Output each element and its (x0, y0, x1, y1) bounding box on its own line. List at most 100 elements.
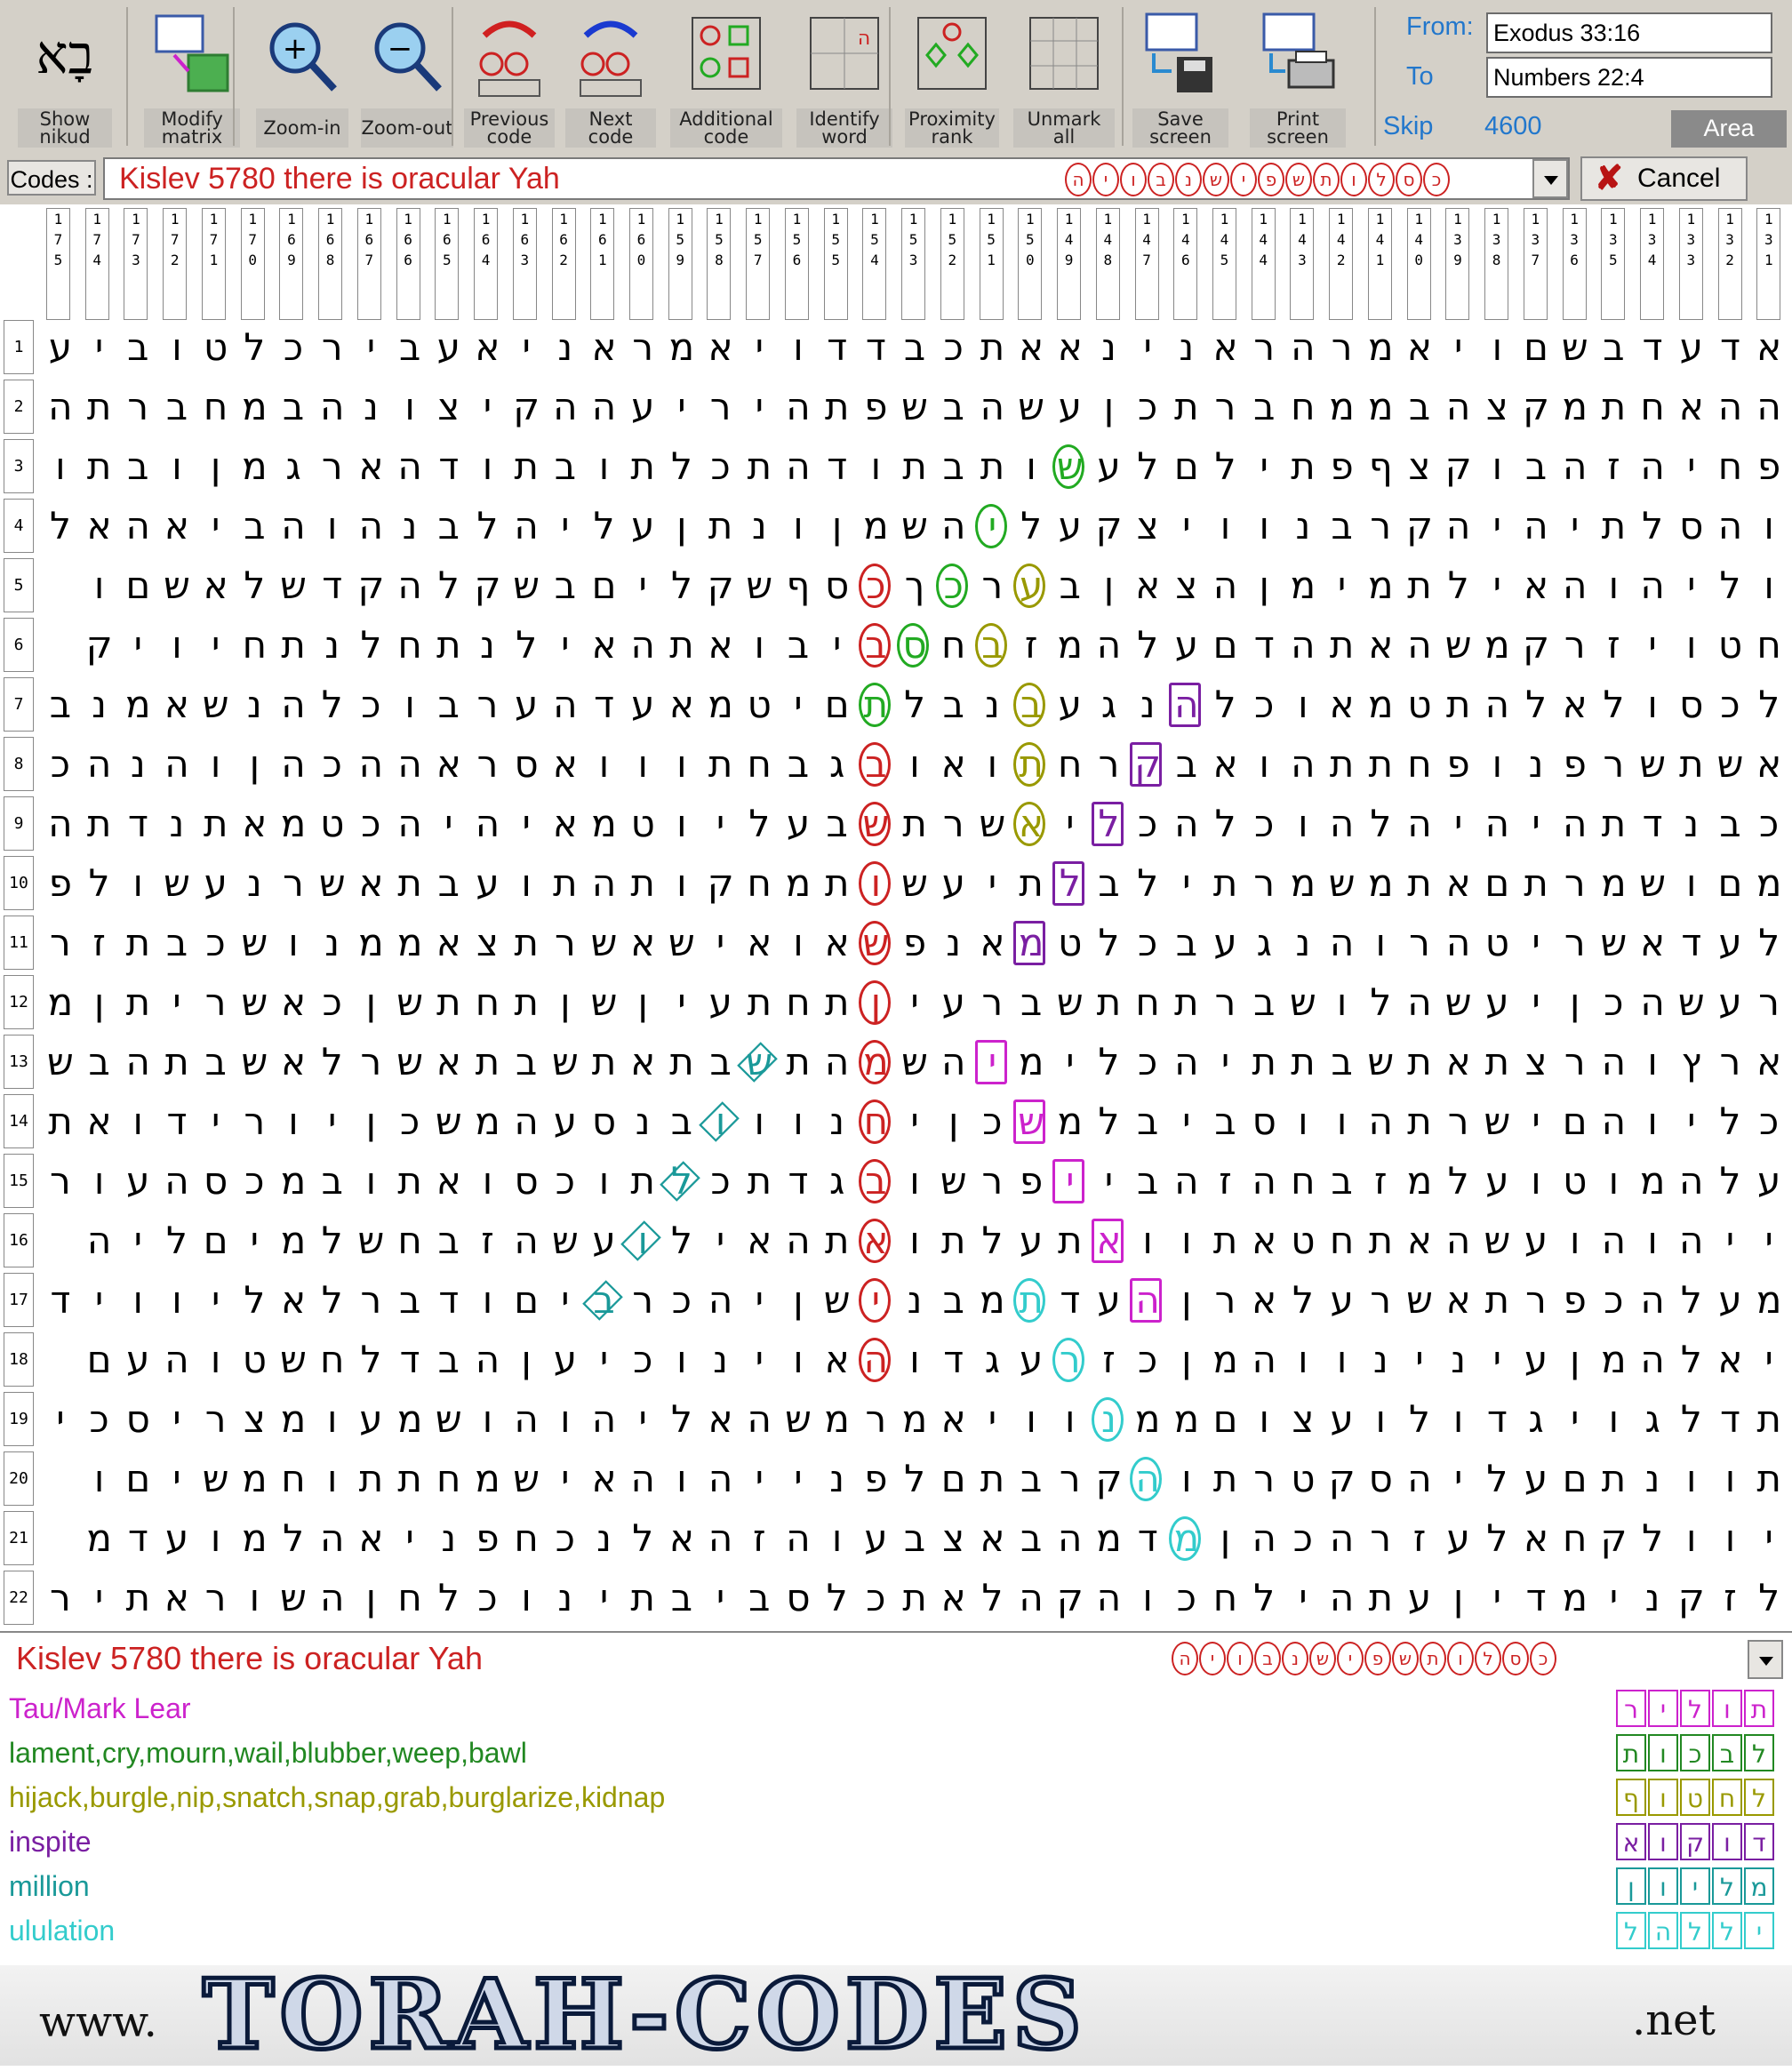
matrix-cell[interactable]: י (662, 380, 701, 434)
matrix-cell[interactable]: ת (1323, 737, 1362, 791)
matrix-cell[interactable]: ה (1400, 618, 1439, 672)
matrix-cell[interactable]: כ (236, 1154, 275, 1208)
matrix-cell[interactable]: ב (1167, 737, 1206, 791)
matrix-cell[interactable]: ד (1244, 618, 1284, 672)
matrix-cell[interactable]: ו (620, 1213, 662, 1267)
matrix-cell[interactable]: מ (1361, 320, 1400, 374)
matrix-cell[interactable]: א (80, 499, 119, 553)
matrix-cell[interactable]: ה (1478, 677, 1517, 732)
matrix-cell[interactable]: י (973, 1035, 1012, 1089)
matrix-cell[interactable]: ה (1284, 618, 1323, 672)
matrix-cell[interactable]: ל (1672, 1273, 1711, 1327)
matrix-cell[interactable]: ו (1167, 1213, 1206, 1267)
matrix-cell[interactable]: ה (1244, 1511, 1284, 1565)
matrix-cell[interactable]: ע (585, 1213, 624, 1267)
matrix-cell[interactable]: י (1516, 796, 1556, 851)
matrix-cell[interactable]: ע (1516, 1332, 1556, 1387)
matrix-cell[interactable]: מ (1167, 1392, 1206, 1446)
matrix-cell[interactable]: ע (623, 499, 662, 553)
matrix-cell[interactable]: פ (468, 1511, 508, 1565)
matrix-cell[interactable]: ה (779, 439, 818, 493)
matrix-cell[interactable]: י (507, 320, 546, 374)
matrix-cell[interactable]: מ (1284, 558, 1323, 612)
matrix-cell[interactable]: ר (1556, 618, 1595, 672)
matrix-cell[interactable]: ח (390, 1213, 429, 1267)
matrix-cell[interactable]: ו (1672, 856, 1711, 910)
matrix-cell[interactable]: ו (857, 856, 896, 910)
matrix-cell[interactable]: ת (1400, 1094, 1439, 1148)
matrix-cell[interactable]: ש (1595, 916, 1634, 970)
matrix-cell[interactable]: י (779, 1451, 818, 1506)
matrix-cell[interactable]: ט (1556, 1154, 1595, 1208)
matrix-cell[interactable]: ב (701, 1035, 740, 1089)
matrix-cell[interactable]: ל (41, 499, 80, 553)
matrix-cell[interactable]: ש (585, 916, 624, 970)
matrix-cell[interactable]: א (973, 1511, 1012, 1565)
matrix-cell[interactable]: מ (1206, 1332, 1245, 1387)
matrix-cell[interactable]: כ (196, 916, 236, 970)
matrix-cell[interactable]: ז (1595, 618, 1634, 672)
matrix-cell[interactable]: כ (1711, 677, 1750, 732)
matrix-cell[interactable]: ב (157, 916, 196, 970)
matrix-cell[interactable]: ר (1051, 1332, 1090, 1387)
matrix-cell[interactable]: ר (1206, 975, 1245, 1029)
matrix-cell[interactable]: י (1051, 1035, 1090, 1089)
matrix-cell[interactable]: כ (934, 320, 973, 374)
matrix-cell[interactable]: ה (1400, 796, 1439, 851)
matrix-cell[interactable]: ש (1323, 856, 1362, 910)
matrix-cell[interactable]: א (1516, 558, 1556, 612)
matrix-cell[interactable]: ו (1478, 737, 1517, 791)
matrix-cell[interactable]: מ (236, 1451, 275, 1506)
matrix-cell[interactable]: ח (468, 975, 508, 1029)
matrix-cell[interactable]: ח (1400, 737, 1439, 791)
matrix-cell[interactable]: ב (429, 856, 468, 910)
matrix-cell[interactable]: ו (1595, 1154, 1634, 1208)
matrix-cell[interactable]: ו (740, 618, 779, 672)
matrix-cell[interactable]: י (546, 1451, 585, 1506)
matrix-cell[interactable]: י (118, 1213, 157, 1267)
matrix-cell[interactable]: ה (1439, 499, 1478, 553)
matrix-cell[interactable]: א (662, 1511, 701, 1565)
matrix-cell[interactable]: ת (740, 975, 779, 1029)
matrix-cell[interactable]: א (546, 796, 585, 851)
matrix-cell[interactable]: ר (1516, 1273, 1556, 1327)
matrix-cell[interactable]: צ (236, 1392, 275, 1446)
matrix-cell[interactable]: כ (1595, 1273, 1634, 1327)
matrix-cell[interactable]: נ (623, 1094, 662, 1148)
matrix-cell[interactable]: ר (196, 975, 236, 1029)
matrix-cell[interactable]: י (623, 1392, 662, 1446)
matrix-cell[interactable]: ב (1323, 499, 1362, 553)
matrix-cell[interactable]: ה (157, 1154, 196, 1208)
matrix-cell[interactable]: ה (546, 677, 585, 732)
matrix-cell[interactable]: נ (973, 677, 1012, 732)
matrix-cell[interactable]: ל (1090, 916, 1129, 970)
matrix-cell[interactable]: ב (1167, 916, 1206, 970)
matrix-cell[interactable]: ת (429, 975, 468, 1029)
matrix-cell[interactable]: י (1556, 499, 1595, 553)
matrix-cell[interactable]: ל (818, 1571, 857, 1625)
matrix-cell[interactable]: כ (701, 1154, 740, 1208)
matrix-cell[interactable]: ה (1128, 1451, 1167, 1506)
matrix-cell[interactable]: ל (1090, 1094, 1129, 1148)
matrix-cell[interactable]: כ (274, 320, 313, 374)
matrix-cell[interactable]: ה (1672, 1154, 1711, 1208)
matrix-cell[interactable]: ל (1206, 677, 1245, 732)
matrix-cell[interactable]: י (1439, 796, 1478, 851)
matrix-cell[interactable]: ש (274, 1332, 313, 1387)
matrix-cell[interactable]: ט (1051, 916, 1090, 970)
matrix-cell[interactable]: ת (429, 618, 468, 672)
matrix-cell[interactable]: ו (1439, 1392, 1478, 1446)
matrix-cell[interactable]: ס (1672, 499, 1711, 553)
matrix-cell[interactable]: ה (623, 618, 662, 672)
matrix-cell[interactable]: נ (236, 677, 275, 732)
matrix-cell[interactable]: נ (80, 677, 119, 732)
matrix-cell[interactable]: ש (157, 856, 196, 910)
matrix-cell[interactable]: א (1244, 1273, 1284, 1327)
matrix-cell[interactable]: ע (934, 856, 973, 910)
matrix-cell[interactable]: ב (581, 1273, 624, 1327)
matrix-cell[interactable]: ש (352, 1213, 391, 1267)
matrix-cell[interactable]: ו (80, 1451, 119, 1506)
matrix-cell[interactable]: ג (1244, 916, 1284, 970)
matrix-cell[interactable]: ו (1244, 1392, 1284, 1446)
matrix-cell[interactable]: ה (1323, 916, 1362, 970)
